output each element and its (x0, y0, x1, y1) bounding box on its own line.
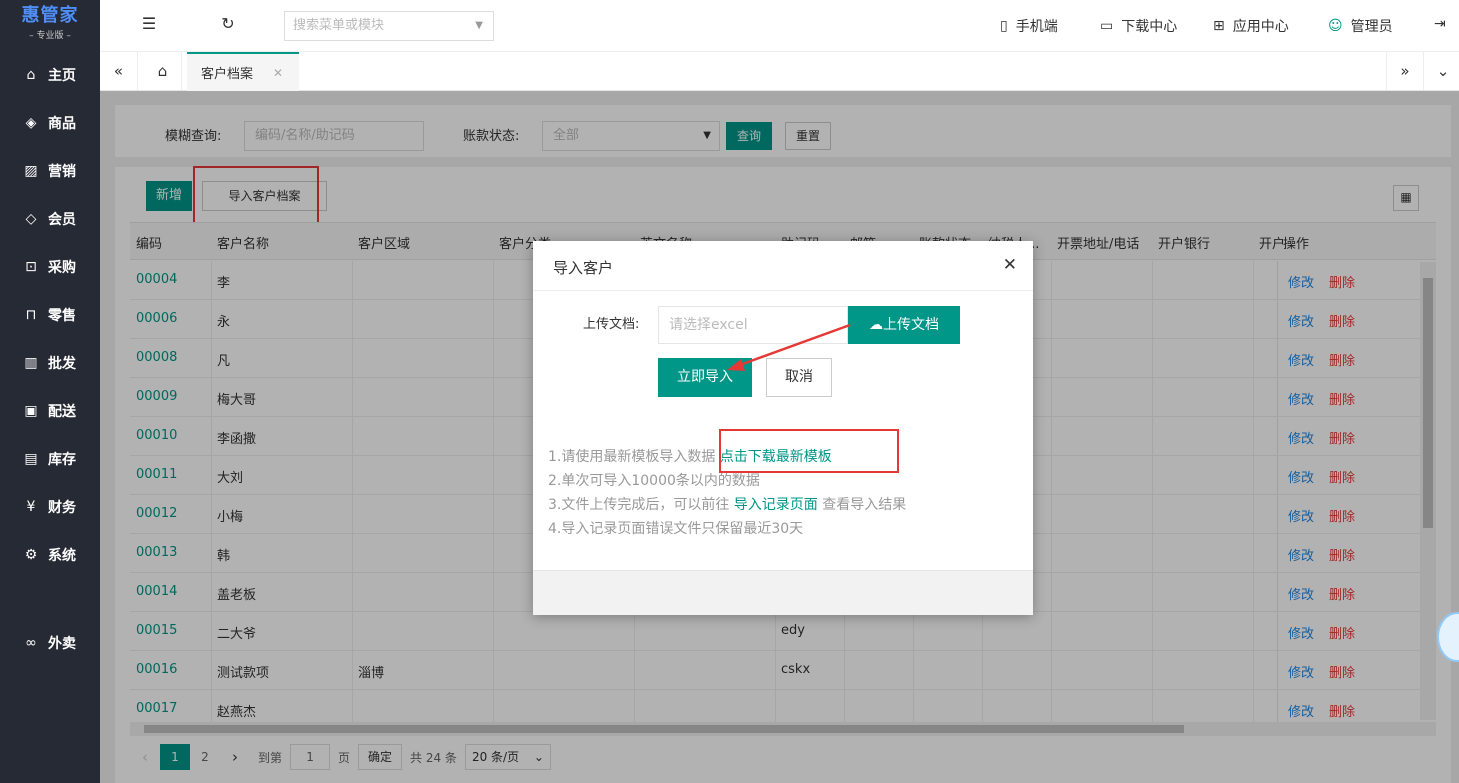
menu-search-placeholder: 搜索菜单或模块 (293, 18, 385, 33)
mobile-label: 手机端 (1015, 19, 1058, 35)
sidebar-item-label: 系统 (48, 548, 76, 564)
cart-icon: ⊡ (25, 259, 37, 275)
sidebar-item-label: 零售 (48, 308, 76, 324)
sidebar-item-label: 财务 (48, 500, 76, 516)
download-center-link[interactable]: ▭ 下载中心 (1100, 16, 1177, 36)
note-2: 2.单次可导入10000条以内的数据 (548, 473, 760, 489)
chart-icon: ▨ (24, 163, 38, 179)
sidebar-item-retail[interactable]: ⊓ 零售 (0, 291, 100, 339)
cloud-upload-icon: ☁ (869, 317, 883, 333)
upload-document-button[interactable]: ☁上传文档 (848, 306, 960, 344)
highlight-box-template (719, 429, 899, 473)
sidebar-item-label: 采购 (48, 260, 76, 276)
avatar-icon: ☺ (1328, 18, 1343, 34)
sidebar-item-system[interactable]: ⚙ 系统 (0, 531, 100, 579)
menu-search-select[interactable]: 搜索菜单或模块 ▼ (284, 11, 494, 41)
app-center-link[interactable]: ⊞ 应用中心 (1213, 16, 1289, 36)
refresh-icon[interactable]: ↻ (216, 14, 240, 33)
close-icon[interactable]: ✕ (1003, 255, 1017, 275)
logo-edition: – 专业版 – (29, 31, 71, 41)
sidebar-item-label: 会员 (48, 212, 76, 228)
grid-icon: ⊞ (1213, 18, 1225, 34)
apps-label: 应用中心 (1232, 19, 1289, 35)
sidebar-item-delivery[interactable]: ▣ 配送 (0, 387, 100, 435)
phone-icon: ▯ (1000, 18, 1008, 34)
tabs-dropdown-icon[interactable]: ⌄ (1424, 52, 1459, 90)
home-icon: ⌂ (26, 67, 36, 83)
tab-customer-archive[interactable]: 客户档案 ✕ (187, 52, 299, 91)
diamond-icon: ◇ (25, 211, 37, 227)
top-bar: ☰ ↻ 搜索菜单或模块 ▼ ▯ 手机端 ▭ 下载中心 ⊞ 应用中心 ☺ 管理员 ⇥ (100, 0, 1459, 52)
sidebar-item-label: 配送 (48, 404, 76, 420)
tabs-scroll-right-icon[interactable]: » (1386, 52, 1424, 90)
note-3-text: 3.文件上传完成后，可以前往 (548, 497, 730, 513)
monitor-icon: ▭ (1100, 18, 1114, 34)
import-customer-dialog: 导入客户 ✕ 上传文档: 请选择excel ☁上传文档 立即导入 取消 1.请使… (533, 241, 1033, 615)
box-icon: ▤ (24, 451, 38, 467)
sidebar-item-inventory[interactable]: ▤ 库存 (0, 435, 100, 483)
note-1-text: 1.请使用最新模板导入数据 (548, 449, 716, 465)
note-3-suffix: 查看导入结果 (822, 497, 907, 513)
upload-button-label: 上传文档 (883, 317, 939, 333)
sidebar-item-label: 外卖 (48, 636, 76, 652)
sidebar-item-goods[interactable]: ◈ 商品 (0, 99, 100, 147)
mobile-link[interactable]: ▯ 手机端 (1000, 16, 1058, 36)
cube-icon: ◈ (25, 115, 37, 131)
user-menu[interactable]: ☺ 管理员 (1328, 16, 1393, 36)
money-icon: ¥ (26, 499, 36, 515)
bag-icon: ⊓ (25, 307, 37, 323)
logo-text: 惠管家 (21, 5, 79, 26)
note-3: 3.文件上传完成后，可以前往 导入记录页面 查看导入结果 (548, 494, 906, 514)
sidebar-item-label: 商品 (48, 116, 76, 132)
gear-icon: ⚙ (24, 547, 38, 563)
sidebar-item-label: 批发 (48, 356, 76, 372)
truck-icon: ▣ (24, 403, 38, 419)
user-label: 管理员 (1350, 19, 1393, 35)
menu-toggle-icon[interactable]: ☰ (137, 14, 161, 33)
building-icon: ▥ (24, 355, 38, 371)
dialog-title: 导入客户 (553, 259, 614, 277)
sidebar-item-member[interactable]: ◇ 会员 (0, 195, 100, 243)
sidebar-item-purchase[interactable]: ⊡ 采购 (0, 243, 100, 291)
bike-icon: ∞ (25, 635, 37, 651)
sidebar-item-wholesale[interactable]: ▥ 批发 (0, 339, 100, 387)
close-icon[interactable]: ✕ (273, 66, 283, 80)
sidebar: 惠管家 – 专业版 – ⌂ 主页 ◈ 商品 ▨ 营销 ◇ 会员 ⊡ 采购 ⊓ 零售 ▥ 批发 … (0, 0, 100, 783)
upload-label: 上传文档: (583, 317, 640, 332)
sidebar-item-marketing[interactable]: ▨ 营销 (0, 147, 100, 195)
download-label: 下载中心 (1121, 19, 1178, 35)
sidebar-item-takeout[interactable]: ∞ 外卖 (0, 619, 100, 667)
logo: 惠管家 – 专业版 – (0, 0, 100, 48)
tab-label: 客户档案 (201, 67, 254, 82)
logout-icon[interactable]: ⇥ (1434, 16, 1446, 32)
import-records-link[interactable]: 导入记录页面 (734, 497, 818, 513)
annotation-arrow (727, 323, 851, 371)
tabs-scroll-left-icon[interactable]: « (100, 52, 138, 90)
sidebar-item-label: 营销 (48, 164, 76, 180)
dialog-footer (533, 570, 1033, 615)
sidebar-item-finance[interactable]: ¥ 财务 (0, 483, 100, 531)
sidebar-item-home[interactable]: ⌂ 主页 (0, 51, 100, 99)
sidebar-item-label: 主页 (48, 68, 76, 84)
tab-bar: « ⌂ 客户档案 ✕ » ⌄ (100, 52, 1459, 91)
divider (533, 290, 1033, 291)
sidebar-item-label: 库存 (48, 452, 76, 468)
tab-home-icon[interactable]: ⌂ (144, 52, 182, 90)
chevron-down-icon: ▼ (475, 20, 483, 31)
note-4: 4.导入记录页面错误文件只保留最近30天 (548, 521, 804, 537)
